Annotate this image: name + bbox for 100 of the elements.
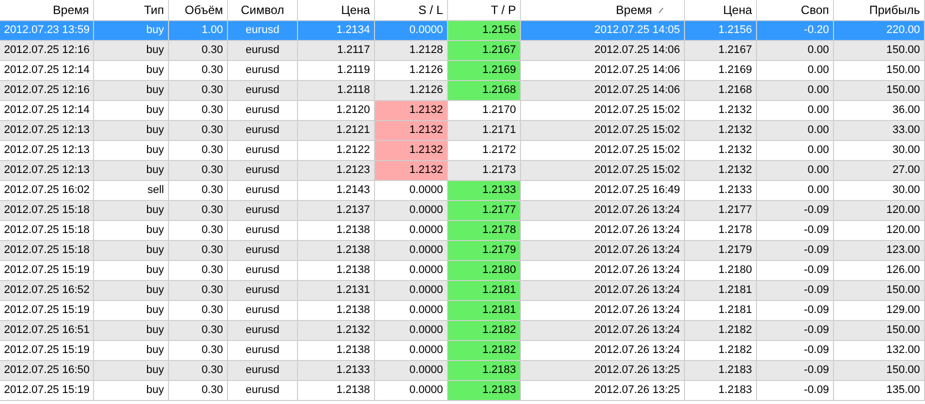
table-cell: eurusd <box>228 361 298 381</box>
table-cell: 1.2132 <box>685 141 757 161</box>
table-cell: -0.09 <box>757 261 834 281</box>
table-cell: 0.30 <box>169 121 228 141</box>
table-cell: 0.30 <box>169 41 228 61</box>
table-cell: 2012.07.25 15:02 <box>521 101 685 121</box>
table-cell: 1.2118 <box>298 81 375 101</box>
table-cell: 2012.07.25 15:19 <box>0 301 94 321</box>
table-cell: 2012.07.25 15:02 <box>521 141 685 161</box>
table-cell: 2012.07.25 12:16 <box>0 81 94 101</box>
table-cell: -0.09 <box>757 241 834 261</box>
table-cell: buy <box>94 61 169 81</box>
table-cell: 1.2167 <box>685 41 757 61</box>
table-cell: 2012.07.26 13:25 <box>521 361 685 381</box>
table-cell: 2012.07.25 12:14 <box>0 101 94 121</box>
table-cell: 0.0000 <box>375 181 448 201</box>
table-cell: eurusd <box>228 241 298 261</box>
table-cell: buy <box>94 41 169 61</box>
table-cell: 0.00 <box>757 61 834 81</box>
table-cell: 1.2132 <box>685 101 757 121</box>
column-header[interactable]: Время <box>521 0 685 21</box>
table-cell: eurusd <box>228 281 298 301</box>
column-header[interactable]: Цена <box>685 0 757 21</box>
table-cell: buy <box>94 201 169 221</box>
table-cell: 1.2131 <box>298 281 375 301</box>
table-cell: 2012.07.26 13:24 <box>521 341 685 361</box>
table-cell: 0.00 <box>757 141 834 161</box>
table-cell: 2012.07.26 13:25 <box>521 381 685 401</box>
table-cell: 0.30 <box>169 181 228 201</box>
table-cell: eurusd <box>228 181 298 201</box>
table-cell: 1.2182 <box>685 321 757 341</box>
table-cell: 2012.07.25 15:19 <box>0 261 94 281</box>
column-header[interactable]: Цена <box>298 0 375 21</box>
column-header[interactable]: Тип <box>94 0 169 21</box>
table-cell: 1.2170 <box>448 101 521 121</box>
table-cell: -0.09 <box>757 361 834 381</box>
table-cell: -0.09 <box>757 301 834 321</box>
column-header[interactable]: Своп <box>757 0 834 21</box>
table-cell: 123.00 <box>834 241 925 261</box>
table-cell: 1.2143 <box>298 181 375 201</box>
table-cell: 1.2183 <box>448 361 521 381</box>
column-header[interactable]: Прибыль <box>834 0 925 21</box>
column-header[interactable]: T / P <box>448 0 521 21</box>
table-cell: eurusd <box>228 161 298 181</box>
table-cell: 1.2182 <box>448 321 521 341</box>
table-cell: 2012.07.25 15:18 <box>0 201 94 221</box>
table-cell: 1.2132 <box>298 321 375 341</box>
table-cell: 2012.07.25 16:02 <box>0 181 94 201</box>
table-cell: buy <box>94 321 169 341</box>
table-cell: 150.00 <box>834 281 925 301</box>
table-cell: 2012.07.25 16:50 <box>0 361 94 381</box>
table-cell: 1.2172 <box>448 141 521 161</box>
table-cell: 0.30 <box>169 381 228 401</box>
table-cell: 1.00 <box>169 21 228 41</box>
table-cell: 1.2132 <box>685 161 757 181</box>
table-cell: 0.00 <box>757 181 834 201</box>
table-cell: 30.00 <box>834 181 925 201</box>
table-cell: 2012.07.26 13:24 <box>521 301 685 321</box>
table-cell: 2012.07.25 16:49 <box>521 181 685 201</box>
table-cell: 1.2183 <box>685 361 757 381</box>
table-cell: 2012.07.25 12:13 <box>0 161 94 181</box>
table-cell: 1.2168 <box>448 81 521 101</box>
table-cell: 0.30 <box>169 301 228 321</box>
table-cell: eurusd <box>228 41 298 61</box>
table-cell: 0.30 <box>169 221 228 241</box>
table-cell: 0.30 <box>169 241 228 261</box>
table-cell: eurusd <box>228 321 298 341</box>
table-cell: 1.2171 <box>448 121 521 141</box>
table-cell: 150.00 <box>834 321 925 341</box>
table-cell: 220.00 <box>834 21 925 41</box>
table-cell: 0.0000 <box>375 261 448 281</box>
table-cell: buy <box>94 281 169 301</box>
table-cell: 1.2138 <box>298 221 375 241</box>
table-cell: 1.2169 <box>448 61 521 81</box>
table-cell: 0.30 <box>169 101 228 121</box>
table-cell: 0.0000 <box>375 221 448 241</box>
table-cell: buy <box>94 121 169 141</box>
table-cell: eurusd <box>228 21 298 41</box>
column-header[interactable]: Время <box>0 0 94 21</box>
table-cell: 0.0000 <box>375 301 448 321</box>
table-cell: -0.09 <box>757 201 834 221</box>
table-cell: 1.2181 <box>685 281 757 301</box>
table-cell: 1.2178 <box>448 221 521 241</box>
table-cell: 0.00 <box>757 41 834 61</box>
column-header[interactable]: S / L <box>375 0 448 21</box>
table-cell: 150.00 <box>834 41 925 61</box>
column-header[interactable]: Символ <box>228 0 298 21</box>
table-cell: 1.2173 <box>448 161 521 181</box>
table-cell: 1.2177 <box>685 201 757 221</box>
table-cell: 0.30 <box>169 61 228 81</box>
table-cell: 30.00 <box>834 141 925 161</box>
table-cell: 135.00 <box>834 381 925 401</box>
table-cell: 0.30 <box>169 81 228 101</box>
table-cell: 1.2169 <box>685 61 757 81</box>
column-header[interactable]: Объём <box>169 0 228 21</box>
table-cell: 120.00 <box>834 221 925 241</box>
table-cell: 1.2183 <box>685 381 757 401</box>
table-cell: 150.00 <box>834 61 925 81</box>
table-cell: buy <box>94 361 169 381</box>
table-cell: 2012.07.25 12:16 <box>0 41 94 61</box>
